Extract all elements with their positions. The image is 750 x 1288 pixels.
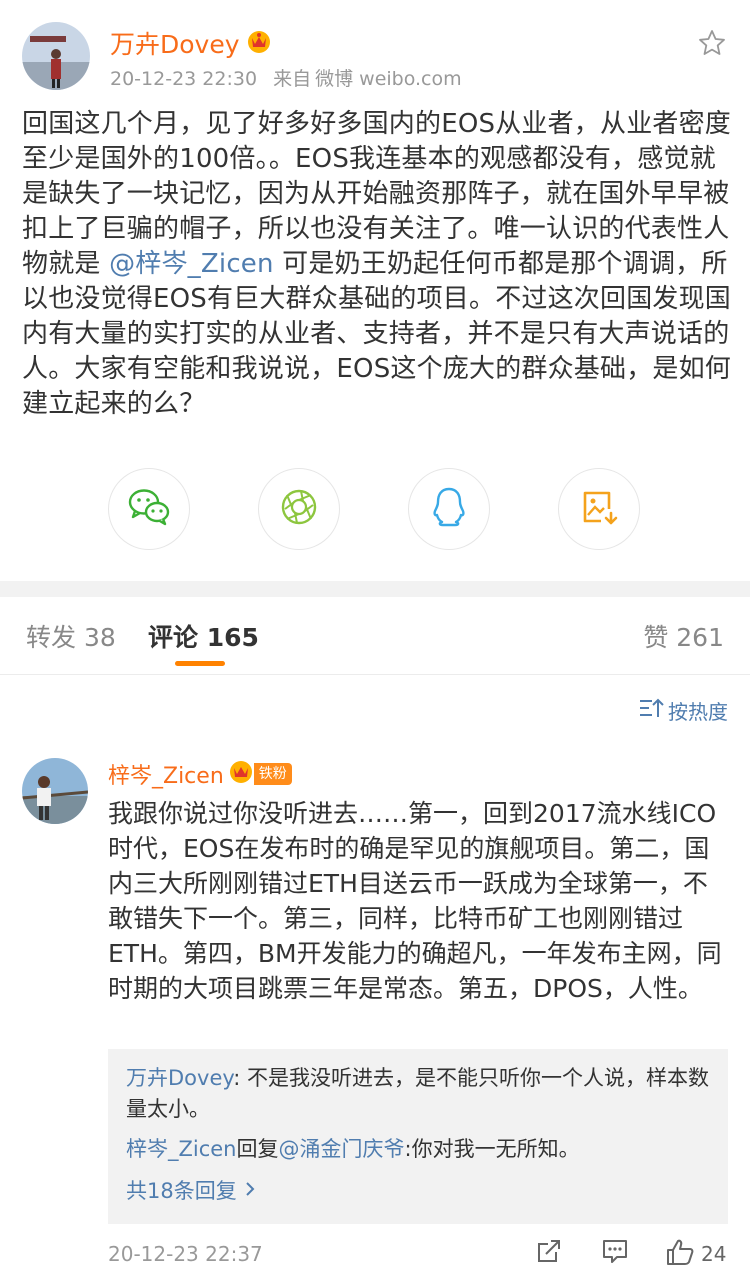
repost-comment-button[interactable]	[536, 1238, 562, 1268]
share-wechat-button[interactable]	[108, 468, 190, 550]
tab-comments[interactable]: 评论 165	[148, 618, 259, 654]
reply-text: :你对我一无所知。	[404, 1137, 580, 1161]
tabs-divider	[0, 674, 750, 675]
commenter-avatar[interactable]	[22, 758, 88, 824]
author-row: 万卉Dovey	[110, 26, 272, 60]
post-body: 回国这几个月，见了好多好多国内的EOS从业者，从业者密度至少是国外的100倍。。…	[22, 107, 732, 422]
save-image-icon	[579, 487, 619, 531]
author-avatar[interactable]	[22, 22, 90, 90]
reply-target[interactable]: @涌金门庆爷	[279, 1137, 405, 1161]
thumbs-up-icon	[665, 1238, 695, 1270]
favorite-star-icon[interactable]	[697, 28, 727, 62]
reply-author[interactable]: 梓岑_Zicen	[126, 1137, 237, 1161]
sort-label: 按热度	[668, 700, 728, 724]
moments-icon	[279, 487, 319, 531]
tab-reposts[interactable]: 转发 38	[26, 618, 116, 654]
fan-badge: 铁粉	[228, 760, 292, 788]
reply-item: 万卉Dovey: 不是我没听进去，是不能只听你一个人说，样本数量太小。	[126, 1063, 716, 1125]
share-out-icon	[536, 1238, 562, 1268]
qq-icon	[431, 486, 467, 532]
comment-author-row: 梓岑_Zicen 铁粉	[108, 758, 292, 790]
reply-author[interactable]: 万卉Dovey	[126, 1066, 233, 1090]
section-divider	[0, 581, 750, 597]
sort-by-hot-button[interactable]: 按热度	[638, 696, 728, 725]
tab-likes[interactable]: 赞 261	[643, 618, 724, 654]
like-comment-button[interactable]: 24	[665, 1238, 726, 1270]
save-image-button[interactable]	[558, 468, 640, 550]
comment-author-name[interactable]: 梓岑_Zicen	[108, 758, 224, 790]
vip-crown-icon	[246, 29, 272, 57]
fan-badge-label: 铁粉	[253, 763, 292, 785]
share-moments-button[interactable]	[258, 468, 340, 550]
share-qq-button[interactable]	[408, 468, 490, 550]
more-replies-label: 共18条回复	[126, 1179, 237, 1203]
post-meta: 20-12-23 22:30 来自 微博 weibo.com	[110, 64, 472, 91]
reply-item: 梓岑_Zicen回复@涌金门庆爷:你对我一无所知。	[126, 1134, 716, 1165]
active-tab-indicator	[175, 661, 225, 666]
like-count: 24	[701, 1242, 727, 1266]
wechat-icon	[128, 488, 170, 530]
comment-time: 20-12-23 22:37	[108, 1242, 263, 1266]
post-source: 微博 weibo.com	[315, 68, 462, 90]
reply-verb: 回复	[236, 1137, 279, 1161]
comment-body: 我跟你说过你没听进去……第一，回到2017流水线ICO时代，EOS在发布时的确是…	[108, 799, 722, 1003]
fan-crown-icon	[228, 760, 254, 788]
mention-link[interactable]: @梓岑_Zicen	[109, 249, 274, 279]
sort-icon	[638, 696, 664, 725]
chevron-right-icon	[245, 1178, 255, 1202]
reply-comment-button[interactable]	[601, 1238, 629, 1268]
comment-icon	[601, 1238, 629, 1268]
replies-box[interactable]: 万卉Dovey: 不是我没听进去，是不能只听你一个人说，样本数量太小。 梓岑_Z…	[108, 1049, 728, 1224]
source-prefix: 来自	[273, 68, 312, 90]
post-time: 20-12-23 22:30	[110, 68, 258, 90]
author-name[interactable]: 万卉Dovey	[110, 25, 240, 61]
more-replies-link[interactable]: 共18条回复	[126, 1175, 255, 1205]
